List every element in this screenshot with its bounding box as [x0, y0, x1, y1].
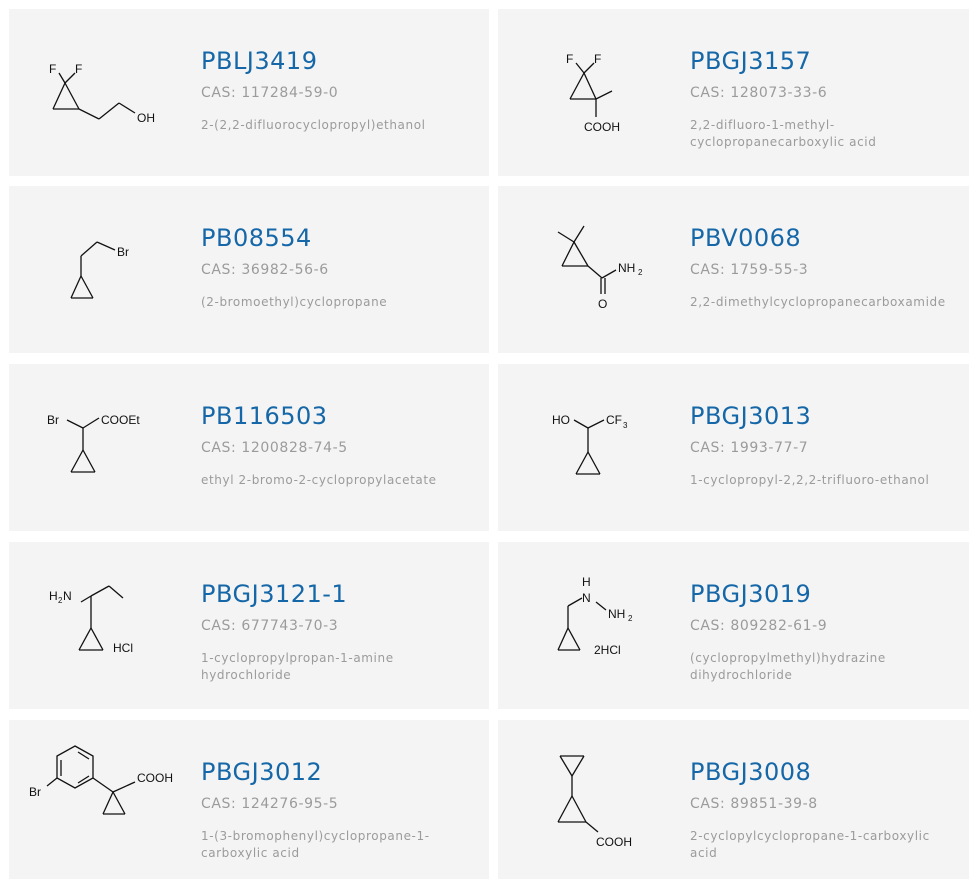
structure-label: H	[49, 589, 58, 603]
structure-label: NH	[608, 607, 625, 621]
chemical-name: 2,2-difluoro-1-methyl- cyclopropanecarbo…	[690, 118, 877, 149]
structure-image: F F COOH	[506, 9, 682, 176]
product-code-link[interactable]: PBGJ3012	[201, 758, 322, 786]
structure-label: 2HCl	[594, 643, 621, 657]
product-card[interactable]: H 2 N HCl PBGJ3121-1 CAS: 677743-70-3 1-…	[9, 542, 489, 709]
chemical-name: 2-cyclopylcyclopropane-1-carboxylic acid	[690, 829, 930, 860]
product-code-link[interactable]: PBGJ3019	[690, 580, 811, 608]
product-card[interactable]: Br PB08554 CAS: 36982-56-6 (2-bromoethyl…	[9, 186, 489, 353]
structure-image: Br COOH	[17, 720, 193, 879]
cas-number: CAS: 89851-39-8	[690, 796, 818, 812]
structure-label: F	[49, 62, 56, 76]
structure-label: HCl	[113, 641, 133, 655]
structure-label: F	[594, 52, 601, 66]
structure-label: CF	[606, 413, 622, 427]
structure-label: COOEt	[101, 413, 140, 427]
product-code-link[interactable]: PBGJ3157	[690, 47, 811, 75]
structure-label: COOH	[137, 771, 173, 785]
structure-label: H	[582, 575, 591, 589]
product-code-link[interactable]: PBGJ3013	[690, 402, 811, 430]
chemical-name: (cyclopropylmethyl)hydrazine dihydrochlo…	[690, 651, 886, 682]
structure-image: HO CF 3	[506, 364, 682, 531]
cas-number: CAS: 124276-95-5	[201, 796, 339, 812]
chemical-name: 2-(2,2-difluorocyclopropyl)ethanol	[201, 118, 426, 132]
chemical-name: 1-cyclopropylpropan-1-amine hydrochlorid…	[201, 651, 394, 682]
structure-image: H N NH 2 2HCl	[506, 542, 682, 709]
product-card[interactable]: Br COOH PBGJ3012 CAS: 124276-95-5 1-(3-b…	[9, 720, 489, 879]
product-code-link[interactable]: PBGJ3008	[690, 758, 811, 786]
structure-label: F	[75, 62, 82, 76]
product-grid: F F OH PBLJ3419 CAS: 117284-59-0 2-(2,2-…	[0, 0, 969, 879]
structure-label: 3	[623, 421, 628, 430]
structure-label: F	[566, 52, 573, 66]
structure-image: H 2 N HCl	[17, 542, 193, 709]
cas-number: CAS: 117284-59-0	[201, 85, 339, 101]
product-code-link[interactable]: PB116503	[201, 402, 328, 430]
product-code-link[interactable]: PB08554	[201, 224, 312, 252]
structure-image: COOH	[506, 720, 682, 879]
chemical-name: 1-(3-bromophenyl)cyclopropane-1- carboxy…	[201, 829, 430, 860]
chemical-name: (2-bromoethyl)cyclopropane	[201, 295, 388, 309]
cas-number: CAS: 1200828-74-5	[201, 440, 348, 456]
structure-label: HO	[552, 413, 570, 427]
product-card[interactable]: H N NH 2 2HCl PBGJ3019 CAS: 809282-61-9 …	[498, 542, 969, 709]
structure-label: NH	[618, 261, 635, 275]
product-card[interactable]: Br COOEt PB116503 CAS: 1200828-74-5 ethy…	[9, 364, 489, 531]
structure-label: 2	[638, 268, 643, 277]
structure-label: 2	[628, 614, 633, 623]
structure-image: Br	[17, 186, 193, 353]
product-card[interactable]: COOH PBGJ3008 CAS: 89851-39-8 2-cyclopyl…	[498, 720, 969, 879]
product-code-link[interactable]: PBGJ3121-1	[201, 580, 347, 608]
product-card[interactable]: HO CF 3 PBGJ3013 CAS: 1993-77-7 1-cyclop…	[498, 364, 969, 531]
structure-label: Br	[29, 785, 41, 799]
structure-label: COOH	[596, 835, 632, 849]
cas-number: CAS: 809282-61-9	[690, 618, 828, 634]
structure-image: F F OH	[17, 9, 193, 176]
chemical-name: 2,2-dimethylcyclopropanecarboxamide	[690, 295, 946, 309]
structure-label: Br	[47, 413, 59, 427]
structure-label: OH	[137, 111, 155, 125]
structure-label: O	[598, 297, 607, 311]
product-card[interactable]: NH 2 O PBV0068 CAS: 1759-55-3 2,2-dimeth…	[498, 186, 969, 353]
product-card[interactable]: F F COOH PBGJ3157 CAS: 128073-33-6 2,2-d…	[498, 9, 969, 176]
chemical-name: ethyl 2-bromo-2-cyclopropylacetate	[201, 473, 437, 487]
product-card[interactable]: F F OH PBLJ3419 CAS: 117284-59-0 2-(2,2-…	[9, 9, 489, 176]
structure-label: N	[63, 589, 72, 603]
structure-label: COOH	[584, 120, 620, 134]
structure-image: Br COOEt	[17, 364, 193, 531]
cas-number: CAS: 36982-56-6	[201, 262, 329, 278]
structure-image: NH 2 O	[506, 186, 682, 353]
structure-label: N	[582, 591, 591, 605]
cas-number: CAS: 1993-77-7	[690, 440, 809, 456]
product-code-link[interactable]: PBLJ3419	[201, 47, 317, 75]
cas-number: CAS: 128073-33-6	[690, 85, 828, 101]
cas-number: CAS: 1759-55-3	[690, 262, 809, 278]
chemical-name: 1-cyclopropyl-2,2,2-trifluoro-ethanol	[690, 473, 930, 487]
cas-number: CAS: 677743-70-3	[201, 618, 339, 634]
structure-label: Br	[117, 245, 129, 259]
product-code-link[interactable]: PBV0068	[690, 224, 801, 252]
